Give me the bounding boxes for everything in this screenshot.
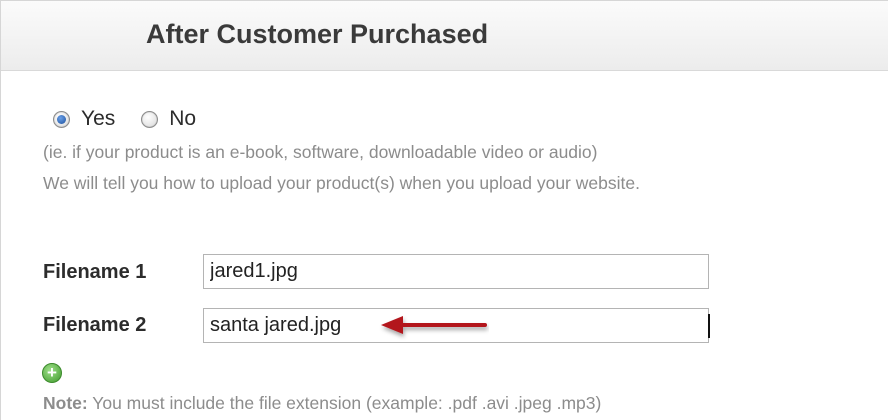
panel-title: After Customer Purchased — [146, 19, 489, 49]
filename-1-input[interactable] — [203, 254, 709, 289]
note-prefix: Note: — [43, 393, 88, 413]
note-body: You must include the file extension (exa… — [87, 393, 602, 413]
delivery-radio-group: Yes No — [53, 104, 196, 134]
help-text-line1: (ie. if your product is an e-book, softw… — [43, 142, 598, 162]
filename-1-label: Filename 1 — [43, 261, 147, 283]
after-purchase-panel: After Customer Purchased Yes No (ie. if … — [0, 0, 888, 420]
radio-no[interactable] — [141, 110, 159, 128]
red-arrow-icon — [381, 316, 487, 334]
filename-2-label: Filename 2 — [43, 314, 147, 336]
panel-header: After Customer Purchased — [1, 1, 888, 71]
note-text: Note: You must include the file extensio… — [43, 393, 601, 414]
plus-circle-icon: + — [47, 363, 57, 382]
radio-selected-dot — [57, 114, 66, 124]
radio-yes-label[interactable]: Yes — [81, 107, 115, 131]
radio-no-label[interactable]: No — [169, 107, 196, 131]
radio-yes[interactable] — [53, 110, 70, 128]
add-filename-button[interactable]: + — [42, 363, 62, 383]
text-caret — [708, 314, 710, 338]
help-text-line2: We will tell you how to upload your prod… — [43, 173, 640, 193]
